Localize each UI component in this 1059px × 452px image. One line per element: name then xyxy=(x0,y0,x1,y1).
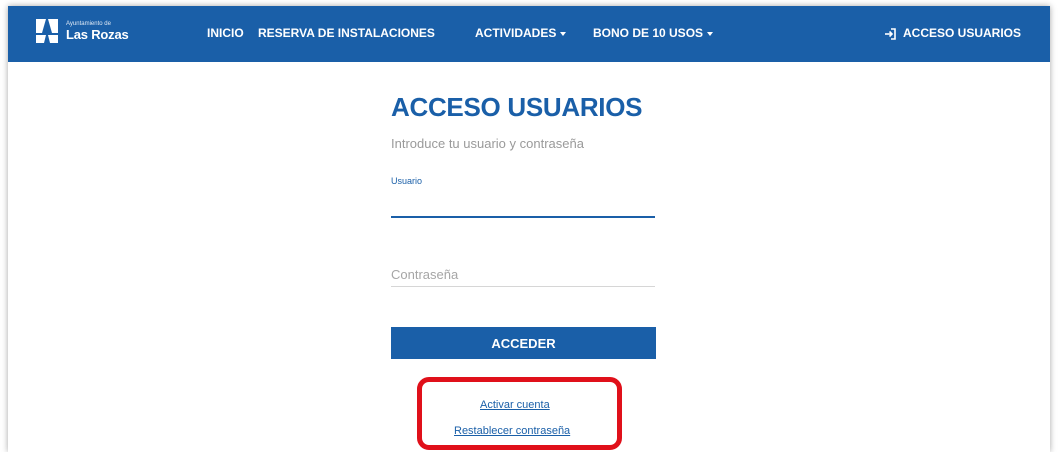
acceder-button[interactable]: ACCEDER xyxy=(391,327,656,359)
nav-item-label: ACTIVIDADES xyxy=(475,26,557,40)
restablecer-contrasena-link[interactable]: Restablecer contraseña xyxy=(454,425,570,437)
brand-name: Las Rozas xyxy=(66,27,129,42)
page-title: ACCESO USUARIOS xyxy=(391,92,643,122)
nav-item-bono[interactable]: BONO DE 10 USOS xyxy=(593,26,714,40)
nav-item-label: INICIO xyxy=(207,26,244,40)
login-icon xyxy=(885,28,896,40)
chevron-down-icon xyxy=(560,31,567,36)
password-input[interactable] xyxy=(391,262,655,287)
nav-item-label: BONO DE 10 USOS xyxy=(593,26,704,40)
highlight-annotation xyxy=(417,377,622,450)
browser-page: Ayuntamiento de Las Rozas INICIO RESERVA… xyxy=(8,6,1050,452)
nav-item-label: RESERVA DE INSTALACIONES xyxy=(258,26,435,40)
brand-logo[interactable]: Ayuntamiento de Las Rozas xyxy=(34,15,144,49)
chevron-down-icon xyxy=(707,31,714,36)
usuario-label: Usuario xyxy=(391,176,423,186)
page-subtitle: Introduce tu usuario y contraseña xyxy=(391,136,584,151)
las-rozas-logo-icon xyxy=(36,19,58,43)
nav-item-reserva[interactable]: RESERVA DE INSTALACIONES xyxy=(258,26,435,40)
nav-login-link[interactable]: ACCESO USUARIOS xyxy=(884,26,1021,40)
usuario-input[interactable] xyxy=(391,190,655,218)
nav-item-actividades[interactable]: ACTIVIDADES xyxy=(475,26,567,40)
nav-login-label: ACCESO USUARIOS xyxy=(903,26,1022,40)
top-navbar: Ayuntamiento de Las Rozas INICIO RESERVA… xyxy=(8,6,1050,62)
nav-item-inicio[interactable]: INICIO xyxy=(207,26,244,40)
activar-cuenta-link[interactable]: Activar cuenta xyxy=(480,399,550,411)
